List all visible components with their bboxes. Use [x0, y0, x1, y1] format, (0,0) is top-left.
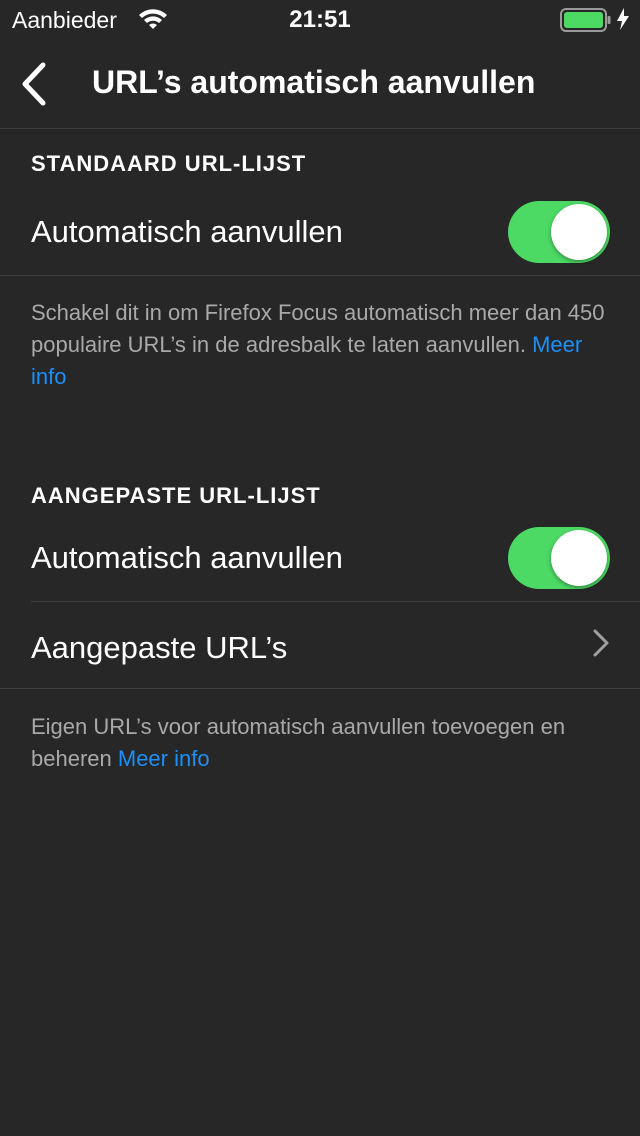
meer-info-link[interactable]: Meer info	[118, 746, 210, 771]
back-button[interactable]	[8, 54, 58, 114]
custom-autocomplete-row: Automatisch aanvullen	[0, 516, 640, 602]
standard-footer-text: Schakel dit in om Firefox Focus automati…	[31, 297, 611, 393]
section-header-standard: STANDAARD URL-LIJST	[31, 151, 307, 176]
toggle-knob	[551, 204, 607, 260]
custom-urls-row[interactable]: Aangepaste URL’s	[0, 602, 640, 688]
status-bar: Aanbieder 21:51	[0, 0, 640, 40]
chevron-left-icon	[22, 62, 46, 106]
row-label: Automatisch aanvullen	[31, 540, 343, 575]
footer-description: Eigen URL’s voor automatisch aanvullen t…	[31, 714, 566, 771]
navigation-bar: URL’s automatisch aanvullen	[0, 40, 640, 129]
divider	[0, 275, 640, 276]
chevron-right-icon	[592, 628, 610, 663]
standard-autocomplete-row: Automatisch aanvullen	[0, 190, 640, 276]
row-label: Aangepaste URL’s	[31, 630, 288, 665]
page-title: URL’s automatisch aanvullen	[92, 64, 536, 100]
row-label: Automatisch aanvullen	[31, 214, 343, 249]
toggle-knob	[551, 530, 607, 586]
custom-footer-text: Eigen URL’s voor automatisch aanvullen t…	[31, 711, 611, 775]
clock: 21:51	[289, 6, 351, 33]
charging-bolt-icon	[616, 8, 630, 35]
section-header-custom: AANGEPASTE URL-LIJST	[31, 483, 321, 508]
custom-autocomplete-toggle[interactable]	[508, 527, 610, 589]
standard-autocomplete-toggle[interactable]	[508, 201, 610, 263]
divider	[0, 688, 640, 689]
footer-description: Schakel dit in om Firefox Focus automati…	[31, 300, 605, 357]
battery-icon	[560, 8, 612, 37]
